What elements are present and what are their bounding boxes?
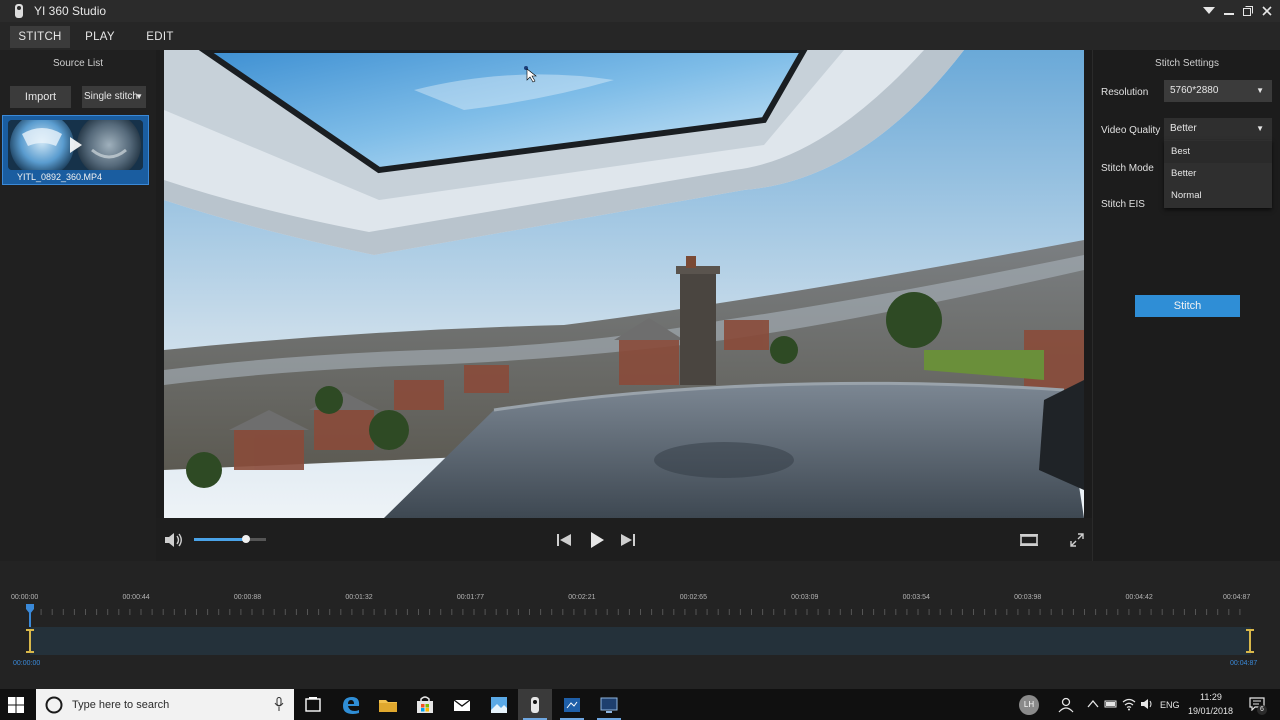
screen-app-icon[interactable] xyxy=(598,694,620,716)
skip-previous-icon[interactable] xyxy=(556,532,572,548)
search-placeholder: Type here to search xyxy=(72,699,170,711)
dropdown-menu-icon[interactable] xyxy=(1200,2,1218,20)
language-indicator[interactable]: ENG xyxy=(1160,700,1180,710)
avatar[interactable]: LH xyxy=(1019,695,1039,715)
tab-stitch[interactable]: STITCH xyxy=(10,26,70,48)
volume-level xyxy=(194,538,246,541)
quality-option-best[interactable]: Best xyxy=(1164,141,1272,163)
restore-icon xyxy=(1243,6,1253,16)
stitch-settings-header: Stitch Settings xyxy=(1155,58,1219,69)
volume-knob[interactable] xyxy=(241,535,250,543)
windows-taskbar: Type here to search LH ENG 11:29 19/01/2… xyxy=(0,689,1280,720)
source-list-panel: Source List Import Single stitch ▼ YITL_… xyxy=(0,50,156,561)
timeline: 00:00:00 00:00:44 00:00:88 00:01:32 00:01:77… xyxy=(0,561,1280,689)
chevron-down-icon: ▼ xyxy=(1256,86,1264,95)
cortana-icon xyxy=(45,696,63,714)
aspect-ratio-icon[interactable] xyxy=(1020,533,1038,547)
task-view-icon[interactable] xyxy=(302,694,324,716)
window-title: YI 360 Studio xyxy=(34,4,107,18)
close-icon xyxy=(1262,6,1272,16)
store-icon[interactable] xyxy=(414,694,436,716)
quality-option-better[interactable]: Better xyxy=(1164,163,1272,185)
timeline-tick-label: 00:03:98 xyxy=(1014,594,1042,601)
video-quality-label: Video Quality xyxy=(1101,125,1161,136)
source-list-header: Source List xyxy=(52,58,104,69)
close-button[interactable] xyxy=(1258,2,1276,20)
start-timecode: 00:00:00 xyxy=(13,660,41,667)
clock-date[interactable]: 19/01/2018 xyxy=(1188,706,1233,716)
chevron-up-icon[interactable] xyxy=(1087,699,1099,709)
speaker-icon[interactable] xyxy=(1140,697,1154,711)
quality-option-normal[interactable]: Normal xyxy=(1164,185,1272,207)
resolution-label: Resolution xyxy=(1101,87,1149,98)
import-button[interactable]: Import xyxy=(10,86,71,108)
chevron-down-icon: ▼ xyxy=(135,92,143,101)
stitch-button[interactable]: Stitch xyxy=(1135,295,1240,317)
stitch-eis-label: Stitch EIS xyxy=(1101,199,1145,210)
taskbar-search-box[interactable]: Type here to search xyxy=(36,689,294,720)
stitch-mode-value: Single stitch xyxy=(84,91,138,102)
video-quality-dropdown: Best Better Normal xyxy=(1164,140,1272,208)
source-file-item[interactable]: YITL_0892_360.MP4 xyxy=(2,115,149,185)
tab-play[interactable]: PLAY xyxy=(80,26,120,48)
resolution-value: 5760*2880 xyxy=(1170,85,1219,96)
people-icon[interactable] xyxy=(1055,694,1077,716)
play-icon[interactable] xyxy=(589,531,605,549)
microphone-icon[interactable] xyxy=(274,697,284,712)
timeline-ruler[interactable] xyxy=(0,605,1280,617)
video-app-icon[interactable] xyxy=(561,694,583,716)
timeline-tick-label: 00:04:87 xyxy=(1223,594,1251,601)
battery-icon[interactable] xyxy=(1104,698,1118,710)
stitch-mode-label: Stitch Mode xyxy=(1101,163,1154,174)
timeline-tick-label: 00:00:88 xyxy=(233,594,262,601)
video-frame xyxy=(164,50,1084,518)
folder-icon[interactable] xyxy=(377,694,399,716)
stitch-settings-panel: Stitch Settings Resolution 5760*2880 ▼ V… xyxy=(1092,50,1280,561)
timeline-tick-label: 00:01:77 xyxy=(456,594,485,601)
source-file-name: YITL_0892_360.MP4 xyxy=(17,172,103,182)
minimize-icon xyxy=(1224,13,1234,15)
minimize-button[interactable] xyxy=(1220,2,1238,20)
timeline-tick-label: 00:03:54 xyxy=(902,594,930,601)
tab-edit[interactable]: EDIT xyxy=(140,26,180,48)
timeline-tick-label: 00:02:21 xyxy=(568,594,596,601)
wifi-icon[interactable] xyxy=(1122,697,1136,711)
out-point-marker-icon[interactable] xyxy=(1245,629,1255,653)
title-bar: YI 360 Studio xyxy=(0,0,1280,22)
playhead-line xyxy=(29,613,31,627)
panel-divider[interactable] xyxy=(156,50,164,561)
stitch-mode-select[interactable]: Single stitch ▼ xyxy=(82,86,146,108)
timeline-tick-label: 00:04:42 xyxy=(1125,594,1153,601)
restore-button[interactable] xyxy=(1239,2,1257,20)
video-quality-value: Better xyxy=(1170,123,1197,134)
in-point-marker-icon[interactable] xyxy=(25,629,35,653)
photos-icon[interactable] xyxy=(488,694,510,716)
tab-bar: STITCH PLAY EDIT xyxy=(0,22,1280,50)
timeline-tick-label: 00:01:32 xyxy=(345,594,373,601)
end-timecode: 00:04:87 xyxy=(1230,660,1258,667)
timeline-track[interactable] xyxy=(30,627,1251,655)
video-preview[interactable] xyxy=(164,50,1084,518)
timeline-tick-label: 00:00:44 xyxy=(122,594,150,601)
edge-icon[interactable] xyxy=(340,694,362,716)
yi-camera-icon[interactable] xyxy=(524,694,546,716)
chevron-down-icon: ▼ xyxy=(1256,124,1264,133)
volume-slider[interactable] xyxy=(194,535,266,543)
clock-time[interactable]: 11:29 xyxy=(1200,692,1222,702)
notification-count-badge: 6 xyxy=(1257,705,1267,715)
camera-icon xyxy=(15,4,23,18)
fullscreen-icon[interactable] xyxy=(1070,533,1084,547)
volume-icon[interactable] xyxy=(164,532,184,548)
player-controls xyxy=(156,518,1092,561)
video-thumbnail xyxy=(8,120,143,170)
timeline-tick-label: 00:03:09 xyxy=(791,594,819,601)
resolution-select[interactable]: 5760*2880 ▼ xyxy=(1164,80,1272,102)
skip-next-icon[interactable] xyxy=(620,532,636,548)
timeline-tick-label: 00:02:65 xyxy=(679,594,707,601)
mail-icon[interactable] xyxy=(451,694,473,716)
windows-start-icon[interactable] xyxy=(8,697,24,713)
video-quality-select[interactable]: Better ▼ xyxy=(1164,118,1272,140)
timeline-tick-label: 00:00:00 xyxy=(11,594,39,601)
